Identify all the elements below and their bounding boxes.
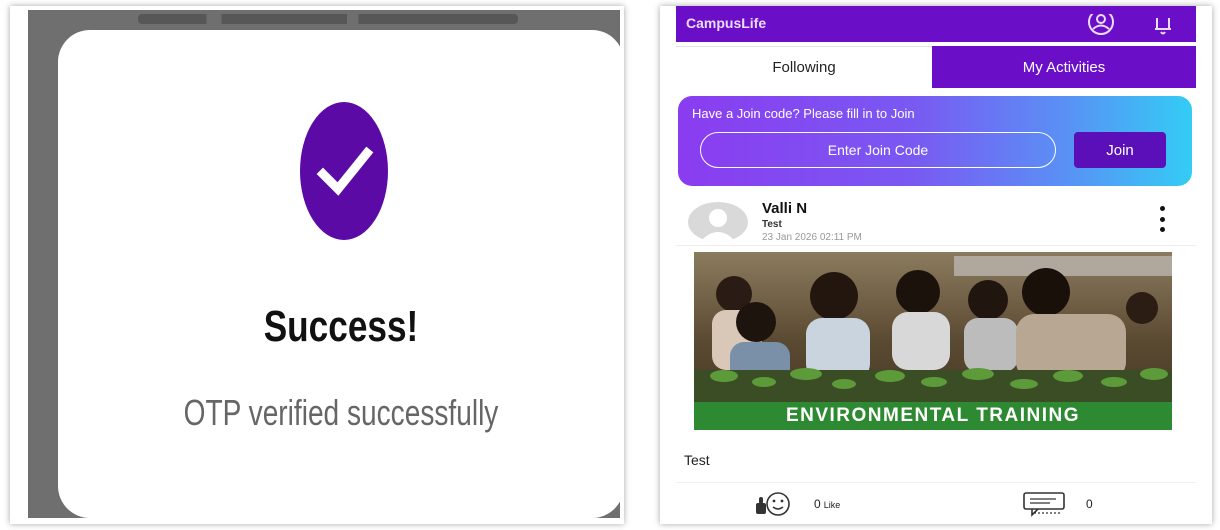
profile-icon[interactable] <box>1086 9 1116 41</box>
feed-tabs: Following My Activities <box>676 46 1196 88</box>
avatar[interactable] <box>688 202 748 242</box>
feed-post: Valli N Test 23 Jan 2026 02:11 PM ENVIRO… <box>676 192 1196 524</box>
app-bar: CampusLife <box>676 6 1196 42</box>
join-prompt: Have a Join code? Please fill in to Join <box>692 106 915 121</box>
image-banner-text: ENVIRONMENTAL TRAINING <box>694 402 1172 430</box>
campus-feed-screenshot: CampusLife Following My Activities Have … <box>660 6 1212 524</box>
join-button[interactable]: Join <box>1074 132 1166 168</box>
backdrop-header-text <box>138 14 518 24</box>
post-author-name[interactable]: Valli N <box>762 200 807 217</box>
bell-icon[interactable] <box>1152 14 1174 41</box>
dialog-message: OTP verified successfully <box>183 392 499 433</box>
app-title: CampusLife <box>686 15 767 31</box>
otp-success-screenshot: Success! OTP verified successfully <box>10 6 624 524</box>
check-circle-icon <box>300 102 388 240</box>
like-emoji-icon[interactable] <box>750 491 796 522</box>
post-image[interactable]: ENVIRONMENTAL TRAINING <box>694 252 1172 430</box>
dialog-title: Success! <box>263 302 419 351</box>
tab-following[interactable]: Following <box>676 46 932 88</box>
join-code-input[interactable] <box>700 132 1056 168</box>
post-header: Valli N Test 23 Jan 2026 02:11 PM <box>676 192 1196 246</box>
like-label: Like <box>823 500 841 510</box>
post-body-text: Test <box>684 452 710 468</box>
modal-backdrop: Success! OTP verified successfully <box>28 10 620 518</box>
post-timestamp: 23 Jan 2026 02:11 PM <box>762 232 862 243</box>
comment-count: 0 <box>1086 497 1093 511</box>
tab-my-activities[interactable]: My Activities <box>932 46 1196 88</box>
join-code-card: Have a Join code? Please fill in to Join… <box>678 96 1192 186</box>
app-screen: CampusLife Following My Activities Have … <box>676 6 1196 524</box>
success-dialog: Success! OTP verified successfully <box>58 30 620 518</box>
post-actions: 0 Like 0 <box>676 482 1196 524</box>
post-subtitle: Test <box>762 219 782 230</box>
comment-icon[interactable] <box>1022 491 1068 522</box>
like-count: 0 Like <box>814 497 840 511</box>
more-options-icon[interactable] <box>1154 206 1170 232</box>
like-count-value: 0 <box>814 497 821 511</box>
